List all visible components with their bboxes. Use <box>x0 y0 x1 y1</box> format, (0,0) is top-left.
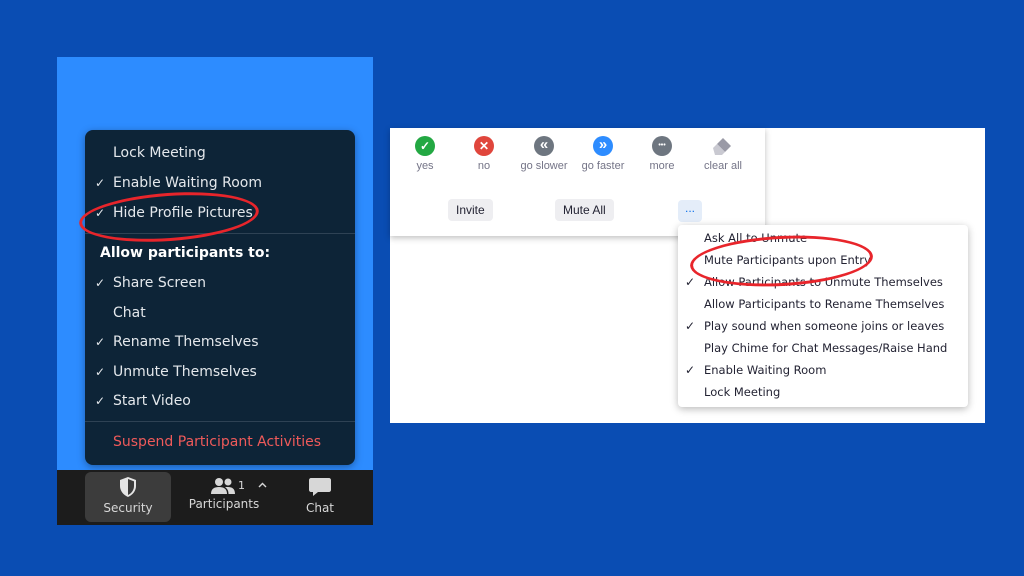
menu-item-label: Chat <box>113 305 146 321</box>
reaction-label: more <box>649 160 675 172</box>
security-button[interactable]: Security <box>85 472 171 522</box>
menu-item-allow-rename[interactable]: Allow Participants to Rename Themselves <box>678 294 968 314</box>
checkmark-icon: ✓ <box>415 136 435 156</box>
chevron-up-icon[interactable] <box>258 482 267 488</box>
reaction-label: go slower <box>520 160 568 172</box>
check-icon: ✓ <box>95 365 106 379</box>
menu-item-label: Play Chime for Chat Messages/Raise Hand <box>704 341 948 355</box>
menu-divider <box>85 421 355 422</box>
zoom-participants-screenshot: ✓ yes ✕ no « go slower » go faster ••• m… <box>390 128 985 423</box>
participant-options-menu: Ask All to Unmute Mute Participants upon… <box>678 225 968 407</box>
security-label: Security <box>103 501 153 515</box>
menu-item-label: Share Screen <box>113 275 206 291</box>
menu-item-suspend-participant-activities[interactable]: Suspend Participant Activities <box>85 430 355 454</box>
fast-forward-icon: » <box>593 136 613 156</box>
chat-button[interactable]: Chat <box>289 472 351 522</box>
check-icon: ✓ <box>95 394 106 408</box>
shield-icon <box>120 477 136 497</box>
reaction-yes[interactable]: ✓ yes <box>395 136 455 172</box>
menu-item-hide-profile-pictures[interactable]: ✓ Hide Profile Pictures <box>85 201 355 225</box>
reactions-panel: ✓ yes ✕ no « go slower » go faster ••• m… <box>390 128 765 236</box>
check-icon: ✓ <box>95 335 106 349</box>
reaction-no[interactable]: ✕ no <box>454 136 514 172</box>
menu-item-label: Allow Participants to Rename Themselves <box>704 297 945 311</box>
menu-item-chat[interactable]: Chat <box>85 301 355 325</box>
menu-item-lock-meeting[interactable]: Lock Meeting <box>85 141 355 165</box>
menu-item-ask-all-to-unmute[interactable]: Ask All to Unmute <box>678 228 968 248</box>
check-icon: ✓ <box>95 176 106 190</box>
menu-item-label: Allow Participants to Unmute Themselves <box>704 275 943 289</box>
menu-item-label: Hide Profile Pictures <box>113 205 253 221</box>
menu-item-play-chime[interactable]: Play Chime for Chat Messages/Raise Hand <box>678 338 968 358</box>
more-dots-icon: ••• <box>652 136 672 156</box>
menu-item-label: Enable Waiting Room <box>113 175 263 191</box>
allow-participants-header: Allow participants to: <box>100 245 271 261</box>
menu-item-play-sound[interactable]: ✓ Play sound when someone joins or leave… <box>678 316 968 336</box>
check-icon: ✓ <box>685 363 696 377</box>
more-options-button[interactable]: ... <box>678 200 702 222</box>
meeting-toolbar: Security 1 Participants Chat <box>57 470 373 525</box>
menu-item-label: Play sound when someone joins or leaves <box>704 319 945 333</box>
check-icon: ✓ <box>685 319 696 333</box>
menu-item-mute-upon-entry[interactable]: Mute Participants upon Entry <box>678 250 968 270</box>
reaction-go-faster[interactable]: » go faster <box>573 136 633 172</box>
chat-label: Chat <box>305 501 335 515</box>
menu-item-label: Ask All to Unmute <box>704 231 808 245</box>
menu-item-unmute-themselves[interactable]: ✓ Unmute Themselves <box>85 360 355 384</box>
menu-item-label: Rename Themselves <box>113 334 259 350</box>
security-menu: Lock Meeting ✓ Enable Waiting Room ✓ Hid… <box>85 130 355 465</box>
menu-item-label: Unmute Themselves <box>113 364 257 380</box>
cross-icon: ✕ <box>474 136 494 156</box>
mute-all-button[interactable]: Mute All <box>555 199 614 221</box>
zoom-security-screenshot: Lock Meeting ✓ Enable Waiting Room ✓ Hid… <box>57 57 373 525</box>
menu-item-allow-unmute[interactable]: ✓ Allow Participants to Unmute Themselve… <box>678 272 968 292</box>
menu-item-enable-waiting-room[interactable]: ✓ Enable Waiting Room <box>678 360 968 380</box>
check-icon: ✓ <box>95 206 106 220</box>
menu-item-label: Mute Participants upon Entry <box>704 253 871 267</box>
menu-item-label: Enable Waiting Room <box>704 363 827 377</box>
menu-item-label: Start Video <box>113 393 191 409</box>
reaction-more[interactable]: ••• more <box>632 136 692 172</box>
reaction-clear-all[interactable]: clear all <box>693 136 753 172</box>
reaction-label: no <box>477 160 491 172</box>
menu-item-rename-themselves[interactable]: ✓ Rename Themselves <box>85 330 355 354</box>
reaction-label: yes <box>416 160 434 172</box>
menu-divider <box>85 233 355 234</box>
menu-item-share-screen[interactable]: ✓ Share Screen <box>85 271 355 295</box>
reaction-label: clear all <box>704 160 742 172</box>
reaction-label: go faster <box>581 160 625 172</box>
menu-item-lock-meeting[interactable]: Lock Meeting <box>678 382 968 402</box>
eraser-icon <box>713 138 731 155</box>
participants-icon <box>211 478 235 494</box>
menu-item-label: Suspend Participant Activities <box>113 434 322 450</box>
invite-button[interactable]: Invite <box>448 199 493 221</box>
menu-item-label: Lock Meeting <box>113 145 206 161</box>
participants-count: 1 <box>238 479 245 492</box>
chat-bubble-icon <box>309 478 331 496</box>
menu-item-label: Lock Meeting <box>704 385 781 399</box>
participants-icon-row: 1 <box>181 472 267 498</box>
menu-item-enable-waiting-room[interactable]: ✓ Enable Waiting Room <box>85 171 355 195</box>
check-icon: ✓ <box>685 275 696 289</box>
rewind-icon: « <box>534 136 554 156</box>
participants-button[interactable]: 1 Participants <box>181 472 267 522</box>
check-icon: ✓ <box>95 276 106 290</box>
participants-label: Participants <box>188 497 260 511</box>
menu-item-start-video[interactable]: ✓ Start Video <box>85 389 355 413</box>
reaction-go-slower[interactable]: « go slower <box>514 136 574 172</box>
